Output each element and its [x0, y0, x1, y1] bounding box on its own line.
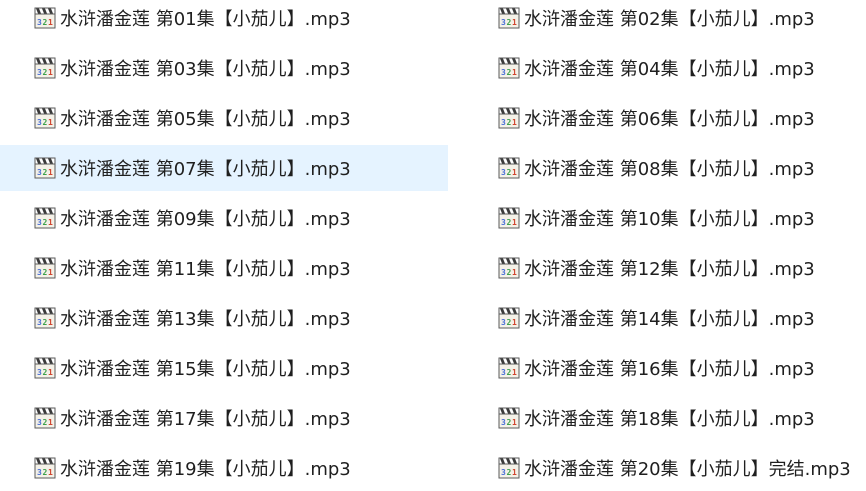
file-name-label: 水浒潘金莲 第20集【小茄儿】完结.mp3: [524, 459, 851, 480]
file-name-label: 水浒潘金莲 第06集【小茄儿】.mp3: [524, 109, 815, 130]
media-player-audio-file-icon: [498, 357, 520, 379]
file-name-label: 水浒潘金莲 第19集【小茄儿】.mp3: [60, 459, 351, 480]
file-item[interactable]: 水浒潘金莲 第11集【小茄儿】.mp3: [0, 245, 448, 291]
file-item[interactable]: 水浒潘金莲 第05集【小茄儿】.mp3: [0, 95, 448, 141]
file-name-label: 水浒潘金莲 第12集【小茄儿】.mp3: [524, 259, 815, 280]
file-name-label: 水浒潘金莲 第17集【小茄儿】.mp3: [60, 409, 351, 430]
file-name-label: 水浒潘金莲 第18集【小茄儿】.mp3: [524, 409, 815, 430]
file-item[interactable]: 水浒潘金莲 第15集【小茄儿】.mp3: [0, 345, 448, 391]
media-player-audio-file-icon: [498, 307, 520, 329]
file-item[interactable]: 水浒潘金莲 第18集【小茄儿】.mp3: [464, 395, 866, 441]
file-name-label: 水浒潘金莲 第11集【小茄儿】.mp3: [60, 259, 351, 280]
file-item[interactable]: 水浒潘金莲 第01集【小茄儿】.mp3: [0, 0, 448, 41]
file-list-grid: 水浒潘金莲 第01集【小茄儿】.mp3 水浒潘金莲 第02集【小茄儿】.mp3 水浒…: [0, 0, 866, 487]
file-name-label: 水浒潘金莲 第16集【小茄儿】.mp3: [524, 359, 815, 380]
file-name-label: 水浒潘金莲 第08集【小茄儿】.mp3: [524, 159, 815, 180]
file-name-label: 水浒潘金莲 第14集【小茄儿】.mp3: [524, 309, 815, 330]
media-player-audio-file-icon: [34, 57, 56, 79]
file-name-label: 水浒潘金莲 第13集【小茄儿】.mp3: [60, 309, 351, 330]
file-name-label: 水浒潘金莲 第15集【小茄儿】.mp3: [60, 359, 351, 380]
file-item[interactable]: 水浒潘金莲 第12集【小茄儿】.mp3: [464, 245, 866, 291]
file-item[interactable]: 水浒潘金莲 第07集【小茄儿】.mp3: [0, 145, 448, 191]
file-item[interactable]: 水浒潘金莲 第13集【小茄儿】.mp3: [0, 295, 448, 341]
media-player-audio-file-icon: [498, 7, 520, 29]
file-name-label: 水浒潘金莲 第04集【小茄儿】.mp3: [524, 59, 815, 80]
file-item[interactable]: 水浒潘金莲 第02集【小茄儿】.mp3: [464, 0, 866, 41]
media-player-audio-file-icon: [34, 307, 56, 329]
file-name-label: 水浒潘金莲 第03集【小茄儿】.mp3: [60, 59, 351, 80]
file-item[interactable]: 水浒潘金莲 第06集【小茄儿】.mp3: [464, 95, 866, 141]
file-name-label: 水浒潘金莲 第09集【小茄儿】.mp3: [60, 209, 351, 230]
media-player-audio-file-icon: [498, 57, 520, 79]
media-player-audio-file-icon: [34, 457, 56, 479]
media-player-audio-file-icon: [498, 107, 520, 129]
media-player-audio-file-icon: [34, 257, 56, 279]
media-player-audio-file-icon: [34, 207, 56, 229]
file-item[interactable]: 水浒潘金莲 第19集【小茄儿】.mp3: [0, 445, 448, 491]
media-player-audio-file-icon: [498, 257, 520, 279]
file-item[interactable]: 水浒潘金莲 第16集【小茄儿】.mp3: [464, 345, 866, 391]
media-player-audio-file-icon: [498, 207, 520, 229]
file-name-label: 水浒潘金莲 第05集【小茄儿】.mp3: [60, 109, 351, 130]
file-item[interactable]: 水浒潘金莲 第04集【小茄儿】.mp3: [464, 45, 866, 91]
media-player-audio-file-icon: [34, 107, 56, 129]
file-item[interactable]: 水浒潘金莲 第03集【小茄儿】.mp3: [0, 45, 448, 91]
file-item[interactable]: 水浒潘金莲 第09集【小茄儿】.mp3: [0, 195, 448, 241]
media-player-audio-file-icon: [498, 457, 520, 479]
file-name-label: 水浒潘金莲 第01集【小茄儿】.mp3: [60, 9, 351, 30]
media-player-audio-file-icon: [34, 407, 56, 429]
media-player-audio-file-icon: [34, 157, 56, 179]
media-player-audio-file-icon: [498, 407, 520, 429]
media-player-audio-file-icon: [498, 157, 520, 179]
file-name-label: 水浒潘金莲 第02集【小茄儿】.mp3: [524, 9, 815, 30]
media-player-audio-file-icon: [34, 357, 56, 379]
file-name-label: 水浒潘金莲 第10集【小茄儿】.mp3: [524, 209, 815, 230]
file-item[interactable]: 水浒潘金莲 第14集【小茄儿】.mp3: [464, 295, 866, 341]
file-name-label: 水浒潘金莲 第07集【小茄儿】.mp3: [60, 159, 351, 180]
file-item[interactable]: 水浒潘金莲 第10集【小茄儿】.mp3: [464, 195, 866, 241]
file-item[interactable]: 水浒潘金莲 第20集【小茄儿】完结.mp3: [464, 445, 866, 491]
file-item[interactable]: 水浒潘金莲 第08集【小茄儿】.mp3: [464, 145, 866, 191]
media-player-audio-file-icon: [34, 7, 56, 29]
file-item[interactable]: 水浒潘金莲 第17集【小茄儿】.mp3: [0, 395, 448, 441]
